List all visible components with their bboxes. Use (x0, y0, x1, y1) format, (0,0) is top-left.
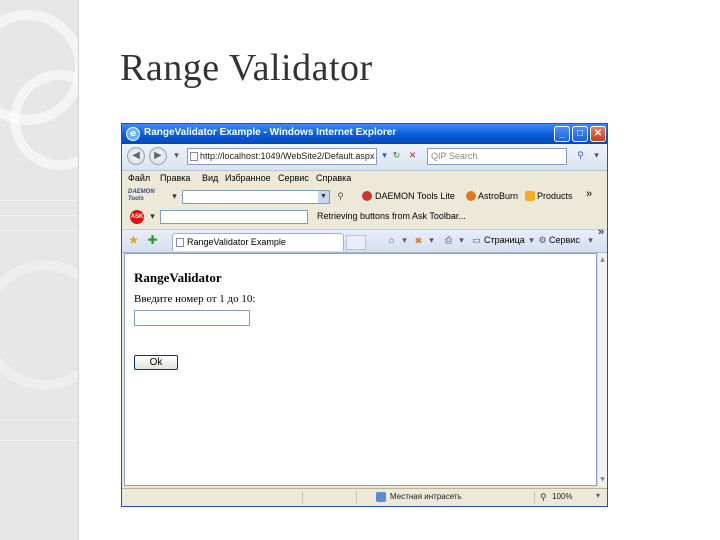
address-url: http://localhost:1049/WebSite2/Default.a… (200, 151, 375, 161)
tools-menu-dropdown[interactable]: ▾ (584, 233, 597, 248)
ask-dropdown[interactable]: ▾ (146, 209, 159, 224)
home-dropdown[interactable]: ▾ (398, 233, 411, 248)
search-input[interactable]: QIP Search (427, 148, 567, 165)
astroburn-icon (466, 191, 476, 201)
page-icon: ▭ (472, 235, 481, 245)
zoom-dropdown[interactable]: ▾ (596, 491, 600, 500)
feeds-dropdown[interactable]: ▾ (425, 233, 438, 248)
toolbar-daemon-lite[interactable]: DAEMON Tools Lite (375, 191, 455, 201)
decor-stripe (0, 215, 78, 216)
ie-logo-icon: e (126, 127, 140, 141)
tab-bar: ★ ✚ RangeValidator Example ⌂ ▾ ◙ ▾ ⎙ ▾ ▭… (122, 226, 607, 253)
decor-stripe (0, 230, 78, 231)
menu-bar: Файл Правка Вид Избранное Сервис Справка (122, 171, 607, 187)
tools-menu[interactable]: Сервис (549, 235, 580, 245)
recent-pages-dropdown[interactable]: ▾ (170, 149, 183, 164)
security-zone-text: Местная интрасеть (390, 492, 462, 501)
back-button[interactable]: ◀ (127, 147, 145, 165)
page-content: RangeValidator Введите номер от 1 до 10:… (124, 253, 597, 486)
page-heading: RangeValidator (134, 270, 222, 285)
status-divider (356, 491, 357, 504)
close-button[interactable]: ✕ (590, 126, 606, 142)
status-divider (534, 491, 535, 504)
favorites-star-icon[interactable]: ★ (127, 233, 140, 248)
zoom-icon[interactable]: ⚲ (540, 492, 550, 502)
ok-button[interactable]: Ok (134, 355, 178, 370)
slide-decor-band (0, 0, 79, 540)
menu-file[interactable]: Файл (128, 173, 150, 183)
menu-tools[interactable]: Сервис (278, 173, 309, 183)
new-tab-button[interactable] (346, 235, 366, 250)
daemon-tools-icon (362, 191, 372, 201)
print-icon[interactable]: ⎙ (442, 233, 455, 248)
vertical-scrollbar[interactable]: ▲ ▼ (597, 253, 607, 486)
ask-search-input[interactable] (160, 210, 308, 224)
toolbar-astroburn[interactable]: AstroBurn (478, 191, 518, 201)
daemon-logo: DAEMON Tools (128, 189, 155, 202)
address-toolbar: ◀ ▶ ▾ http://localhost:1049/WebSite2/Def… (122, 144, 607, 171)
menu-help[interactable]: Справка (316, 173, 351, 183)
menu-favorites[interactable]: Избранное (225, 173, 271, 183)
arrow-right-icon: ▶ (154, 150, 162, 161)
ask-status-text: Retrieving buttons from Ask Toolbar... (317, 211, 466, 221)
window-titlebar: e RangeValidator Example - Windows Inter… (122, 124, 607, 144)
search-icon[interactable]: ⚲ (574, 149, 587, 164)
scroll-down-icon[interactable]: ▼ (598, 475, 607, 484)
ask-logo-icon: ASK (130, 210, 144, 224)
status-bar: Местная интрасеть ⚲ 100% ▾ (122, 488, 607, 506)
daemon-toolbar: DAEMON Tools ▾ ▼ ⚲ DAEMON Tools Lite Ast… (122, 187, 607, 207)
window-title: RangeValidator Example - Windows Interne… (144, 127, 397, 138)
toolbar-chevron[interactable]: » (586, 188, 592, 200)
menu-edit[interactable]: Правка (160, 173, 190, 183)
number-input[interactable] (134, 310, 250, 326)
products-icon (525, 191, 535, 201)
maximize-button[interactable]: □ (572, 126, 588, 142)
forward-button[interactable]: ▶ (149, 147, 167, 165)
home-icon[interactable]: ⌂ (385, 233, 398, 248)
tabbar-chevron[interactable]: » (598, 226, 604, 238)
decor-stripe (0, 440, 78, 441)
add-favorite-icon[interactable]: ✚ (146, 233, 159, 248)
tab-rangevalidator[interactable]: RangeValidator Example (172, 233, 344, 251)
daemon-search-combo[interactable]: ▼ (182, 190, 330, 204)
number-prompt-label: Введите номер от 1 до 10: (134, 293, 256, 305)
print-dropdown[interactable]: ▾ (455, 233, 468, 248)
search-options-dropdown[interactable]: ▾ (590, 149, 603, 164)
feeds-icon[interactable]: ◙ (412, 233, 425, 248)
intranet-zone-icon (376, 492, 386, 502)
page-menu[interactable]: Страница (484, 235, 525, 245)
page-icon (176, 238, 184, 247)
decor-stripe (0, 200, 78, 201)
gear-icon[interactable]: ⚙ (536, 233, 549, 248)
decor-stripe (0, 420, 78, 421)
toolbar-products[interactable]: Products (537, 191, 573, 201)
address-input[interactable]: http://localhost:1049/WebSite2/Default.a… (187, 148, 377, 165)
stop-icon[interactable]: ✕ (406, 149, 419, 164)
minimize-button[interactable]: _ (554, 126, 570, 142)
chevron-down-icon: ▼ (318, 191, 329, 203)
arrow-left-icon: ◀ (132, 150, 140, 161)
decor-ring (0, 260, 78, 390)
refresh-icon[interactable]: ↻ (390, 149, 403, 164)
browser-window: e RangeValidator Example - Windows Inter… (121, 123, 608, 507)
daemon-dropdown[interactable]: ▾ (168, 189, 181, 204)
slide-title: Range Validator (120, 47, 373, 89)
menu-view[interactable]: Вид (202, 173, 218, 183)
search-go-icon[interactable]: ⚲ (334, 189, 347, 204)
status-divider (302, 491, 303, 504)
tab-label: RangeValidator Example (187, 237, 286, 247)
ask-toolbar: ASK ▾ Retrieving buttons from Ask Toolba… (122, 207, 607, 227)
zoom-level[interactable]: 100% (552, 492, 572, 501)
scroll-up-icon[interactable]: ▲ (598, 255, 607, 264)
page-icon (190, 152, 198, 161)
